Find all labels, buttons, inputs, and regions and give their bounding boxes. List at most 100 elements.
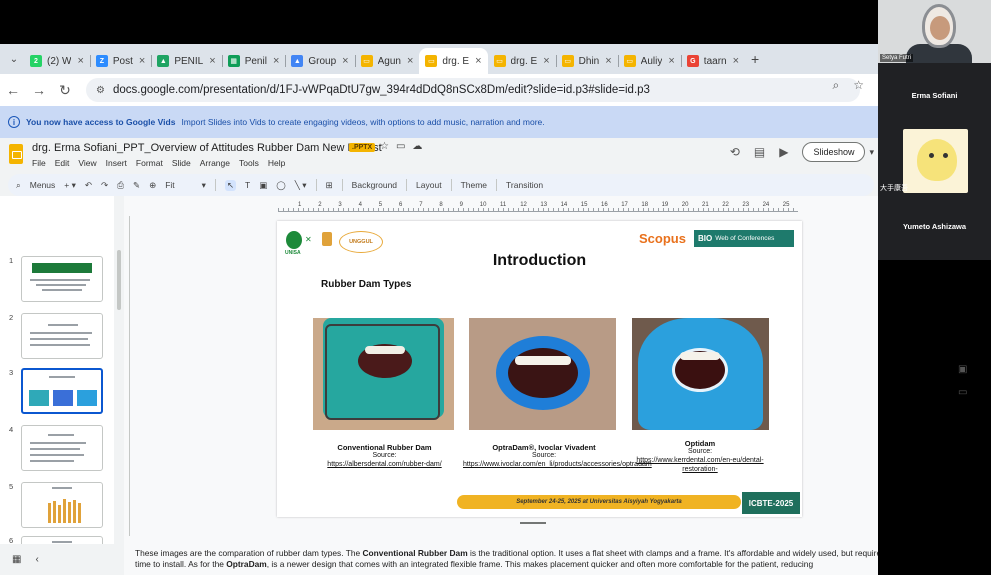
browser-tab[interactable]: 2 (2) W × bbox=[24, 48, 90, 74]
tab-close-icon[interactable]: × bbox=[475, 55, 481, 67]
folder-icon[interactable]: ▭ bbox=[958, 387, 967, 398]
new-slide-icon[interactable]: + ▾ bbox=[64, 180, 76, 191]
slideshow-button[interactable]: Slideshow bbox=[802, 142, 866, 162]
participant-avatar[interactable] bbox=[903, 129, 968, 193]
grid-view-icon[interactable]: ▦ bbox=[12, 554, 21, 565]
slide-thumbnail-1[interactable] bbox=[21, 256, 103, 302]
star-icon[interactable]: ☆ bbox=[380, 141, 389, 152]
print-icon[interactable]: ⎙ bbox=[117, 180, 124, 191]
browser-tab[interactable]: ▭ Dhin × bbox=[555, 48, 618, 74]
theme-button[interactable]: Theme bbox=[461, 180, 487, 190]
meet-camera-icon[interactable]: ▶ bbox=[779, 145, 788, 159]
forward-icon[interactable]: → bbox=[26, 82, 52, 98]
undo-icon[interactable]: ↶ bbox=[85, 180, 92, 191]
menu-file[interactable]: File bbox=[32, 158, 46, 168]
tab-close-icon[interactable]: × bbox=[543, 55, 549, 67]
tab-close-icon[interactable]: × bbox=[342, 55, 348, 67]
slide-title[interactable]: Introduction bbox=[277, 252, 802, 270]
zoom-select[interactable]: Fit bbox=[165, 180, 174, 190]
optidam-image[interactable] bbox=[632, 318, 769, 430]
caption-source-link[interactable]: https://www.ivoclar.com/en_li/products/a… bbox=[463, 461, 652, 470]
caption-name: Optidam bbox=[684, 439, 716, 448]
toolbar-divider bbox=[341, 179, 343, 191]
menu-insert[interactable]: Insert bbox=[106, 158, 127, 168]
menu-slide[interactable]: Slide bbox=[172, 158, 191, 168]
move-folder-icon[interactable]: ▭ bbox=[396, 141, 405, 152]
comments-icon[interactable]: ▤ bbox=[754, 145, 765, 159]
tab-search-chevron-icon[interactable]: ⌄ bbox=[4, 49, 24, 69]
caption-source-link[interactable]: https://albersdental.com/rubber-dam/ bbox=[307, 461, 462, 470]
browser-tab[interactable]: Z Post × bbox=[89, 48, 151, 74]
speaker-notes-text[interactable]: These images are the comparation of rubb… bbox=[135, 548, 878, 570]
shape-icon[interactable]: ◯ bbox=[276, 180, 286, 191]
bookmark-star-icon[interactable]: ☆ bbox=[853, 78, 864, 93]
search-menus-icon[interactable]: ⌕ bbox=[16, 180, 21, 191]
menu-help[interactable]: Help bbox=[268, 158, 285, 168]
tab-close-icon[interactable]: × bbox=[209, 55, 215, 67]
participant-video-tile[interactable]: Setya Futri bbox=[878, 0, 991, 63]
optradam-image[interactable] bbox=[469, 318, 616, 430]
text-box-icon[interactable]: T bbox=[245, 180, 250, 190]
caption-source-link[interactable]: https://www.kerrdental.com/en-eu/dental-… bbox=[629, 457, 771, 475]
select-tool-icon[interactable]: ↖ bbox=[224, 179, 237, 191]
reload-icon[interactable]: ↻ bbox=[52, 82, 78, 99]
browser-tab[interactable]: ▭ Agun × bbox=[354, 48, 420, 74]
search-menus-label[interactable]: Menus bbox=[30, 180, 56, 190]
tab-close-icon[interactable]: × bbox=[139, 55, 145, 67]
conventional-rubber-dam-image[interactable] bbox=[313, 318, 454, 430]
browser-tab[interactable]: ▲ PENIL × bbox=[151, 48, 221, 74]
cloud-status-icon[interactable]: ☁ bbox=[412, 141, 422, 152]
collapse-panel-icon[interactable]: ‹ bbox=[35, 554, 38, 565]
menu-format[interactable]: Format bbox=[136, 158, 163, 168]
transition-button[interactable]: Transition bbox=[506, 180, 543, 190]
browser-tab[interactable]: ▲ Group × bbox=[285, 48, 354, 74]
background-button[interactable]: Background bbox=[352, 180, 397, 190]
browser-tab[interactable]: ▭ drg. E × bbox=[419, 48, 488, 74]
menu-tools[interactable]: Tools bbox=[239, 158, 259, 168]
redo-icon[interactable]: ↷ bbox=[101, 180, 108, 191]
menu-arrange[interactable]: Arrange bbox=[200, 158, 230, 168]
slide-thumbnail-5[interactable] bbox=[21, 482, 103, 528]
tab-close-icon[interactable]: × bbox=[668, 55, 674, 67]
zoom-tool-icon[interactable]: ⊕ bbox=[149, 180, 156, 191]
back-icon[interactable]: ← bbox=[0, 82, 26, 98]
browser-tab[interactable]: Gtaarn × bbox=[680, 48, 745, 74]
tab-close-icon[interactable]: × bbox=[273, 55, 279, 67]
history-icon[interactable]: ⟲ bbox=[730, 145, 740, 159]
slide[interactable]: UNISA ✕ UNGGUL Scopus BIO Web of Confere… bbox=[277, 221, 802, 517]
image-insert-icon[interactable]: ▣ bbox=[259, 180, 267, 191]
paint-format-icon[interactable]: ✎ bbox=[133, 180, 140, 191]
browser-tab[interactable]: ▭ drg. E × bbox=[488, 48, 556, 74]
slide-thumbnail-3[interactable] bbox=[21, 368, 103, 414]
address-bar[interactable]: ⚙ docs.google.com/presentation/d/1FJ-vWP… bbox=[86, 78, 860, 102]
notes-resize-handle[interactable] bbox=[520, 522, 546, 524]
slide-thumbnail-4[interactable] bbox=[21, 425, 103, 471]
menu-view[interactable]: View bbox=[78, 158, 96, 168]
slide-subtitle[interactable]: Rubber Dam Types bbox=[321, 279, 411, 290]
doc-title[interactable]: drg. Erma Sofiani_PPT_Overview of Attitu… bbox=[32, 142, 382, 154]
caption-conventional[interactable]: Conventional Rubber Dam Source: https://… bbox=[307, 443, 462, 470]
browser-tab[interactable]: ▦ Penil × bbox=[221, 48, 286, 74]
browser-tab[interactable]: ▭ Auliy × bbox=[617, 48, 681, 74]
site-info-icon[interactable]: ⚙ bbox=[96, 85, 105, 96]
tab-close-icon[interactable]: × bbox=[605, 55, 611, 67]
tab-close-icon[interactable]: × bbox=[77, 55, 83, 67]
new-tab-button[interactable]: + bbox=[751, 51, 759, 67]
caption-optidam[interactable]: Optidam Source: https://www.kerrdental.c… bbox=[629, 439, 771, 475]
zoom-icon[interactable]: ⌕ bbox=[833, 78, 840, 93]
slides-logo-icon[interactable] bbox=[9, 144, 23, 164]
tab-close-icon[interactable]: × bbox=[407, 55, 413, 67]
tab-close-icon[interactable]: × bbox=[733, 55, 739, 67]
layout-button[interactable]: Layout bbox=[416, 180, 442, 190]
filmstrip-scrollbar[interactable] bbox=[114, 196, 124, 544]
slideshow-dropdown-icon[interactable]: ▾ bbox=[869, 147, 874, 158]
menu-edit[interactable]: Edit bbox=[55, 158, 70, 168]
speaker-notes[interactable]: These images are the comparation of rubb… bbox=[124, 544, 878, 575]
zoom-dropdown-icon[interactable]: ▾ bbox=[202, 180, 206, 191]
line-icon[interactable]: ╲ ▾ bbox=[295, 180, 307, 191]
slide-thumbnail-2[interactable] bbox=[21, 313, 103, 359]
caption-optradam[interactable]: OptraDam®, Ivoclar Vivadent Source: http… bbox=[463, 443, 652, 470]
image-panel-icon[interactable]: ▣ bbox=[958, 364, 967, 375]
slides-icon: ▭ bbox=[360, 55, 373, 67]
comment-add-icon[interactable]: ⊞ bbox=[326, 180, 333, 191]
